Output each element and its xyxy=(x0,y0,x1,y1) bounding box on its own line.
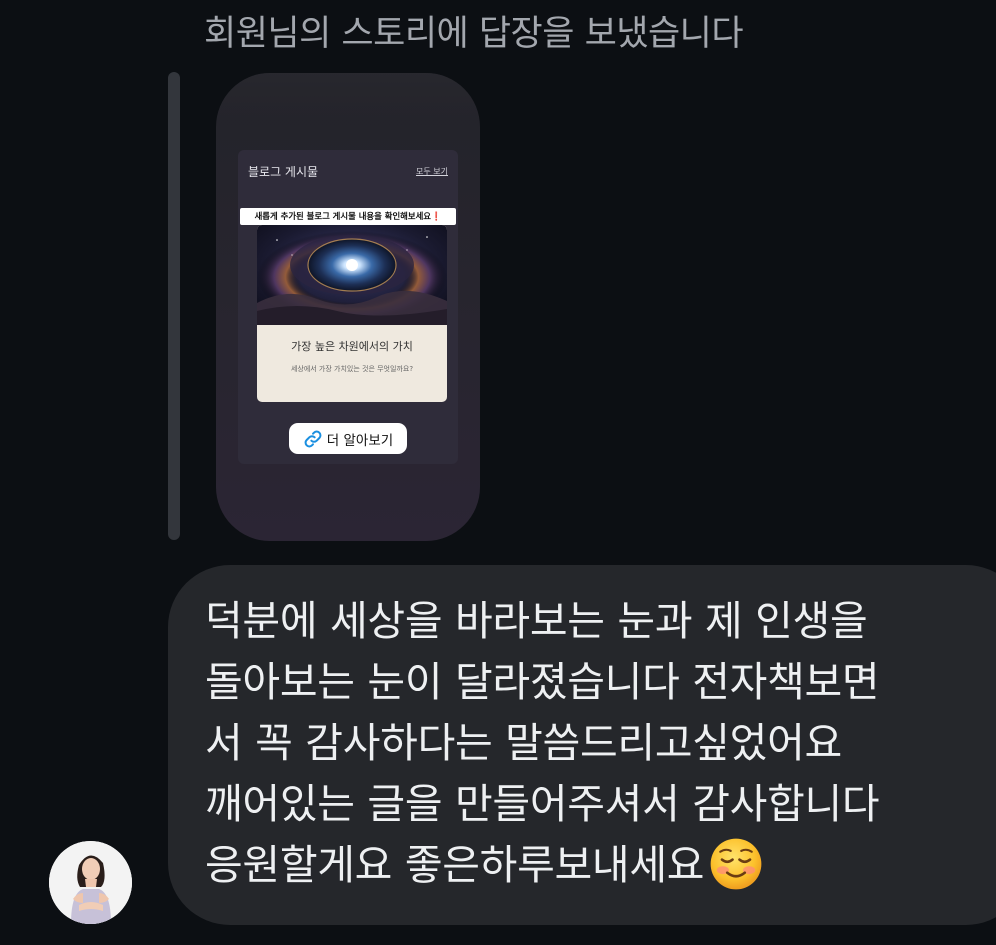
new-post-sticker: 새롭게 추가된 블로그 게시물 내용을 확인해보세요❗ xyxy=(240,208,456,225)
story-preview-card[interactable]: 블로그 게시물 모두 보기 가장 높은 차원에서의 가치 세상에서 가장 가치있… xyxy=(216,73,480,541)
learn-more-button[interactable]: 더 알아보기 xyxy=(289,423,407,454)
sender-avatar[interactable] xyxy=(49,841,132,924)
message-bubble[interactable]: 덕분에 세상을 바라보는 눈과 제 인생을 돌아보는 눈이 달라졌습니다 전자책… xyxy=(168,565,996,925)
message-line: 서 꼭 감사하다는 말씀드리고싶었어요 xyxy=(205,719,842,767)
message-last-line: 응원할게요 좋은하루보내세요 xyxy=(205,835,965,896)
cosmic-eye-image xyxy=(257,225,447,325)
link-icon xyxy=(304,430,322,447)
message-line: 덕분에 세상을 바라보는 눈과 제 인생을 xyxy=(205,597,868,645)
message-line: 돌아보는 눈이 달라졌습니다 전자책보면 xyxy=(205,658,880,706)
blog-post-title: 가장 높은 차원에서의 가치 xyxy=(291,340,413,353)
blog-panel: 블로그 게시물 모두 보기 가장 높은 차원에서의 가치 세상에서 가장 가치있… xyxy=(238,150,458,464)
message-text: 덕분에 세상을 바라보는 눈과 제 인생을 돌아보는 눈이 달라졌습니다 전자책… xyxy=(205,591,965,896)
reply-quote-bar xyxy=(168,72,180,540)
blog-post-card[interactable]: 가장 높은 차원에서의 가치 세상에서 가장 가치있는 것은 무엇일까요? xyxy=(257,225,447,402)
story-top-shade xyxy=(216,73,480,123)
learn-more-label: 더 알아보기 xyxy=(326,432,394,449)
smiling-face-emoji xyxy=(710,838,762,890)
dm-thread: 회원님의 스토리에 답장을 보냈습니다 블로그 게시물 모두 보기 가장 높은 … xyxy=(0,0,996,945)
story-reply-notice: 회원님의 스토리에 답장을 보냈습니다 xyxy=(204,14,744,54)
message-line: 깨어있는 글을 만들어주셔서 감사합니다 xyxy=(205,780,880,828)
view-all-link[interactable]: 모두 보기 xyxy=(416,166,448,177)
profile-avatar xyxy=(49,841,132,924)
blog-post-subtitle: 세상에서 가장 가치있는 것은 무엇일까요? xyxy=(290,365,414,373)
blog-panel-title: 블로그 게시물 xyxy=(248,165,319,179)
message-line-text: 응원할게요 좋은하루보내세요 xyxy=(205,841,705,889)
